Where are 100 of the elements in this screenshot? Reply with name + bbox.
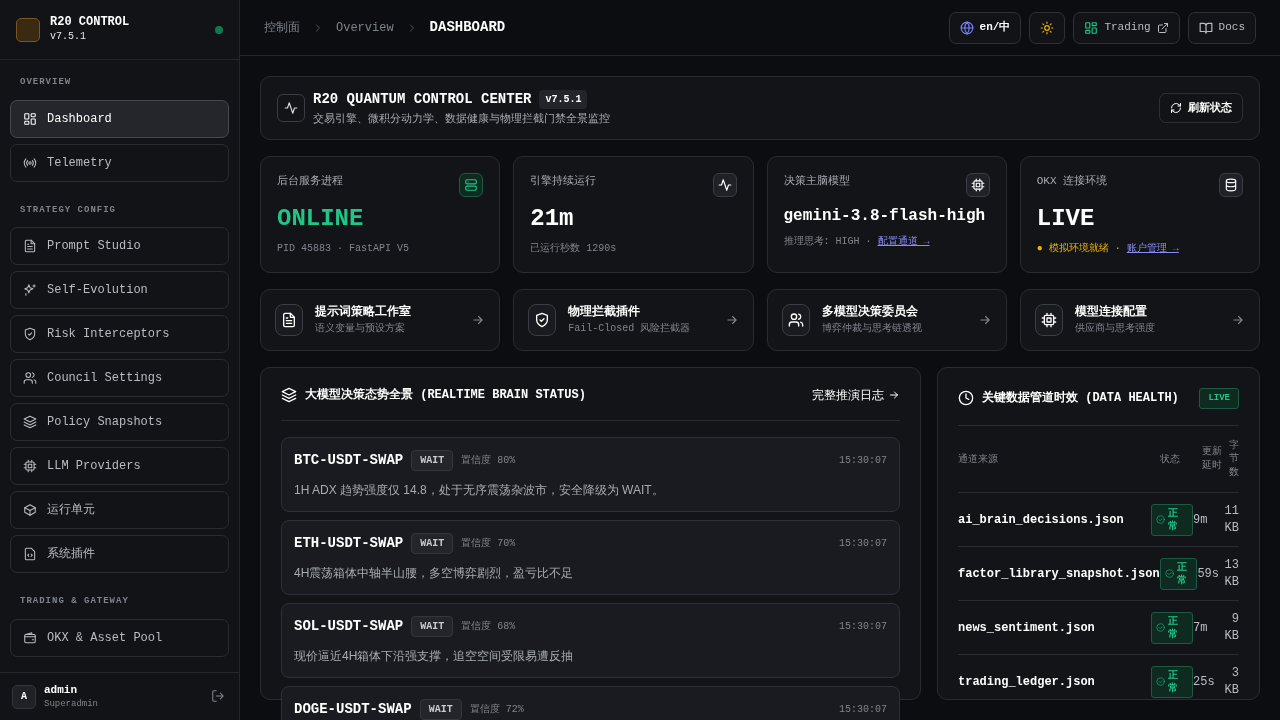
user-role: Superadmin	[44, 698, 98, 711]
breadcrumb-link[interactable]: Overview	[336, 18, 394, 37]
stat-link[interactable]: 配置通道 →	[877, 235, 930, 247]
shortcut-title: 物理拦截插件	[568, 304, 642, 321]
stat-value: ONLINE	[277, 204, 365, 234]
column-header: 字节数	[1229, 438, 1239, 480]
sidebar-item[interactable]: OKX & Asset Pool	[10, 618, 229, 657]
shortcut-subtitle: Fail-Closed 风险拦截器	[568, 321, 692, 336]
cube-icon	[23, 503, 37, 517]
docs-link[interactable]: Docs	[1187, 11, 1256, 44]
decision-reason: 4H震荡箱体中轴半山腰，多空博弈剧烈，盈亏比不足	[294, 564, 575, 582]
status-icon	[1156, 623, 1165, 632]
stat-label: 引擎持续运行	[530, 173, 597, 189]
action-tag: WAIT	[411, 615, 454, 637]
status-badge: 正常	[1159, 557, 1198, 590]
stat-note: 推理思考: HIGH ·	[783, 235, 872, 247]
users-icon	[23, 371, 37, 385]
size-text: 9 KB	[1223, 611, 1239, 644]
shield-icon	[534, 311, 551, 328]
sidebar-item[interactable]: 运行单元	[10, 491, 229, 529]
status-text: ● 模拟环境就绪 ·	[1036, 243, 1121, 255]
sidebar-item[interactable]: Dashboard	[10, 99, 229, 138]
theme-toggle-button[interactable]	[1029, 11, 1066, 44]
broadcast-icon	[23, 155, 37, 170]
stat-label: 后台服务进程	[277, 173, 343, 189]
sidebar-item[interactable]: Policy Snapshots	[10, 403, 229, 441]
symbol-label: DOGE-USDT-SWAP	[294, 699, 412, 719]
sidebar-item[interactable]: LLM Providers	[10, 447, 229, 485]
stat-label: 决策主脑模型	[783, 173, 850, 189]
timestamp: 15:30:07	[839, 453, 887, 468]
sidebar-item[interactable]: Risk Interceptors	[10, 315, 229, 353]
column-header: 通道来源	[958, 452, 999, 467]
confidence-text: 置信度 68%	[461, 619, 516, 634]
stat-note: 已运行秒数 1290s	[530, 243, 617, 255]
sidebar-item[interactable]: Telemetry	[10, 143, 229, 182]
live-badge: LIVE	[1199, 387, 1239, 409]
action-tag: WAIT	[411, 532, 454, 554]
language-button[interactable]: en/中	[948, 11, 1022, 44]
breadcrumb-current: DASHBOARD	[429, 18, 506, 37]
globe-icon	[959, 20, 974, 35]
layers-icon	[23, 415, 37, 429]
confidence-text: 置信度 80%	[461, 453, 516, 468]
status-icon	[1156, 677, 1165, 686]
file-name: ai_brain_decisions.json	[958, 511, 1125, 529]
trading-link[interactable]: Trading	[1073, 11, 1180, 44]
shortcut-card[interactable]: 模型连接配置 供应商与思考强度	[1019, 288, 1260, 351]
file-name: factor_library_snapshot.json	[958, 565, 1160, 583]
shortcut-subtitle: 博弈仲裁与思考链透视	[821, 321, 923, 336]
book-icon	[1198, 20, 1213, 35]
document-icon	[281, 311, 297, 328]
decision-reason: 1H ADX 趋势强度仅 14.8，处于无序震荡杂波市，安全降级为 WAIT。	[294, 481, 665, 499]
status-icon	[1164, 569, 1174, 578]
delay-text: 9m	[1193, 511, 1209, 529]
app-title: R20 CONTROL	[50, 14, 130, 30]
refresh-icon	[1170, 101, 1182, 114]
shortcut-title: 多模型决策委员会	[821, 303, 919, 321]
sidebar-item[interactable]: Self-Evolution	[10, 271, 229, 309]
user-avatar: A	[12, 684, 36, 709]
panel-title: 大模型决策态势全景 (REALTIME BRAIN STATUS)	[305, 386, 586, 404]
server-icon	[464, 177, 479, 192]
pulse-icon	[717, 177, 732, 192]
stat-label: OKX 连接环境	[1036, 173, 1108, 189]
shield-icon	[23, 327, 37, 341]
sparkles-icon	[23, 283, 37, 297]
confidence-text: 置信度 72%	[469, 702, 524, 717]
code-file-icon	[23, 547, 37, 561]
action-tag: WAIT	[411, 449, 454, 471]
file-name: news_sentiment.json	[958, 619, 1096, 637]
pulse-icon	[277, 93, 305, 122]
logout-button[interactable]	[211, 688, 227, 705]
shortcut-card[interactable]: 多模型决策委员会 博弈仲裁与思考链透视	[766, 288, 1007, 351]
app-version: v7.5.1	[50, 30, 87, 45]
sidebar-item[interactable]: Prompt Studio	[10, 227, 229, 265]
refresh-button[interactable]: 刷新状态	[1159, 92, 1243, 123]
breadcrumb-link[interactable]: 控制面	[264, 18, 300, 37]
external-link-icon	[1156, 21, 1169, 34]
wallet-icon	[23, 630, 37, 645]
confidence-text: 置信度 70%	[461, 536, 516, 551]
status-badge: 正常	[1151, 503, 1193, 536]
dashboard-icon	[23, 111, 37, 126]
timestamp: 15:30:07	[839, 536, 887, 551]
version-tag: v7.5.1	[539, 90, 588, 109]
sidebar-item[interactable]: Council Settings	[10, 359, 229, 397]
shortcut-subtitle: 供应商与思考强度	[1074, 321, 1156, 336]
shortcut-card[interactable]: 提示词策略工作室 语义变量与预设方案	[260, 288, 501, 351]
arrow-icon	[888, 388, 900, 401]
size-text: 11 KB	[1223, 503, 1239, 536]
chip-icon	[1040, 311, 1057, 328]
shortcut-card[interactable]: 物理拦截插件 Fail-Closed 风险拦截器	[513, 288, 754, 351]
symbol-label: BTC-USDT-SWAP	[294, 450, 404, 470]
action-tag: WAIT	[419, 698, 462, 720]
database-icon	[1224, 177, 1238, 192]
delay-text: 59s	[1197, 565, 1220, 583]
stat-link[interactable]: 账户管理 →	[1126, 243, 1179, 255]
file-name: trading_ledger.json	[958, 673, 1096, 691]
log-link[interactable]: 完整推演日志	[812, 385, 900, 404]
sidebar-item[interactable]: 系统插件	[10, 535, 229, 573]
grid-icon	[1084, 20, 1099, 35]
decision-reason: 现价逼近4H箱体下沿强支撑，追空空间受限易遭反抽	[294, 647, 575, 665]
size-text: 3 KB	[1223, 665, 1239, 698]
